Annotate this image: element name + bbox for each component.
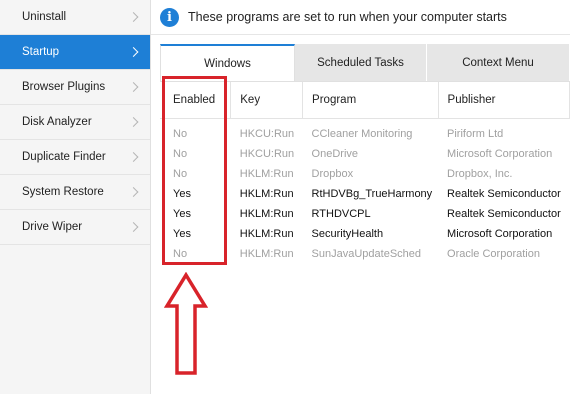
- column-header-enabled[interactable]: Enabled: [160, 82, 232, 119]
- key-cell: HKCU:Run: [239, 128, 295, 140]
- table-row[interactable]: Yes HKLM:Run RTHDVCPL Realtek Semiconductor: [160, 204, 570, 224]
- enabled-cell: Yes: [173, 208, 191, 220]
- chevron-right-icon: [128, 117, 139, 127]
- publisher-cell: Realtek Semiconductor: [447, 188, 561, 200]
- publisher-cell: Oracle Corporation: [447, 248, 540, 260]
- column-header-key[interactable]: Key: [230, 82, 304, 119]
- table-body: No HKCU:Run CCleaner Monitoring Piriform Lt…: [160, 118, 570, 264]
- sidebar-item-label: Duplicate Finder: [22, 151, 106, 163]
- table-row[interactable]: No HKCU:Run OneDrive Microsoft Corporation: [160, 144, 570, 164]
- key-cell: HKLM:Run: [239, 188, 294, 200]
- tab-bar: Windows Scheduled Tasks Context Menu: [160, 44, 570, 81]
- enabled-cell: Yes: [173, 188, 191, 200]
- sidebar-item-duplicate-finder[interactable]: Duplicate Finder: [0, 140, 150, 175]
- sidebar-item-system-restore[interactable]: System Restore: [0, 175, 150, 210]
- startup-table-container: Enabled Key Program Publisher No HKCU:Run…: [160, 81, 570, 264]
- chevron-right-icon: [128, 47, 139, 57]
- program-cell: SunJavaUpdateSched: [311, 248, 422, 260]
- sidebar-item-label: System Restore: [22, 186, 104, 198]
- sidebar-item-drive-wiper[interactable]: Drive Wiper: [0, 210, 150, 245]
- chevron-right-icon: [128, 222, 139, 232]
- table-header-row: Enabled Key Program Publisher: [160, 82, 570, 119]
- table-row[interactable]: Yes HKLM:Run SecurityHealth Microsoft Corpo…: [160, 224, 570, 244]
- table-row[interactable]: No HKLM:Run Dropbox Dropbox, Inc.: [160, 164, 570, 184]
- startup-table: Enabled Key Program Publisher No HKCU:Run…: [160, 82, 570, 264]
- sidebar: Uninstall Startup Browser Plugins Disk A…: [0, 0, 151, 394]
- key-cell: HKLM:Run: [239, 248, 294, 260]
- table-row[interactable]: No HKLM:Run SunJavaUpdateSched Oracle Corpo…: [160, 244, 570, 264]
- sidebar-item-disk-analyzer[interactable]: Disk Analyzer: [0, 105, 150, 140]
- chevron-right-icon: [128, 82, 139, 92]
- chevron-right-icon: [128, 152, 139, 162]
- column-header-publisher[interactable]: Publisher: [438, 82, 570, 119]
- tab-scheduled-tasks[interactable]: Scheduled Tasks: [295, 44, 427, 81]
- key-cell: HKLM:Run: [239, 168, 294, 180]
- program-cell: RTHDVCPL: [311, 208, 371, 220]
- sidebar-item-browser-plugins[interactable]: Browser Plugins: [0, 70, 150, 105]
- enabled-cell: No: [173, 248, 188, 260]
- publisher-cell: Dropbox, Inc.: [447, 168, 513, 180]
- info-icon: i: [160, 7, 179, 27]
- program-cell: OneDrive: [311, 148, 359, 160]
- table-row[interactable]: No HKCU:Run CCleaner Monitoring Piriform Lt…: [160, 124, 570, 144]
- info-text: These programs are set to run when your …: [188, 10, 507, 24]
- key-cell: HKLM:Run: [239, 228, 294, 240]
- program-cell: SecurityHealth: [311, 228, 384, 240]
- sidebar-item-uninstall[interactable]: Uninstall: [0, 0, 150, 35]
- sidebar-item-label: Drive Wiper: [22, 221, 83, 233]
- publisher-cell: Microsoft Corporation: [447, 148, 553, 160]
- enabled-cell: No: [173, 168, 188, 180]
- program-cell: CCleaner Monitoring: [311, 128, 413, 140]
- chevron-right-icon: [128, 187, 139, 197]
- chevron-right-icon: [128, 12, 139, 22]
- enabled-cell: No: [173, 128, 188, 140]
- key-cell: HKLM:Run: [239, 208, 294, 220]
- info-bar: i These programs are set to run when you…: [151, 0, 570, 35]
- sidebar-item-label: Disk Analyzer: [22, 116, 92, 128]
- startup-content: Windows Scheduled Tasks Context Menu Ena…: [160, 44, 570, 394]
- tab-windows[interactable]: Windows: [160, 44, 295, 81]
- sidebar-item-label: Uninstall: [22, 11, 67, 23]
- publisher-cell: Microsoft Corporation: [447, 228, 553, 240]
- enabled-cell: No: [173, 148, 188, 160]
- program-cell: RtHDVBg_TrueHarmony: [311, 188, 433, 200]
- table-row[interactable]: Yes HKLM:Run RtHDVBg_TrueHarmony Realtek Se…: [160, 184, 570, 204]
- tab-context-menu[interactable]: Context Menu: [427, 44, 570, 81]
- sidebar-item-label: Browser Plugins: [22, 81, 106, 93]
- publisher-cell: Piriform Ltd: [447, 128, 504, 140]
- sidebar-item-label: Startup: [22, 46, 60, 58]
- main-panel: i These programs are set to run when you…: [151, 0, 570, 394]
- column-header-program[interactable]: Program: [302, 82, 439, 119]
- sidebar-item-startup[interactable]: Startup: [0, 35, 150, 70]
- key-cell: HKCU:Run: [239, 148, 295, 160]
- program-cell: Dropbox: [311, 168, 354, 180]
- enabled-cell: Yes: [173, 228, 191, 240]
- publisher-cell: Realtek Semiconductor: [447, 208, 561, 220]
